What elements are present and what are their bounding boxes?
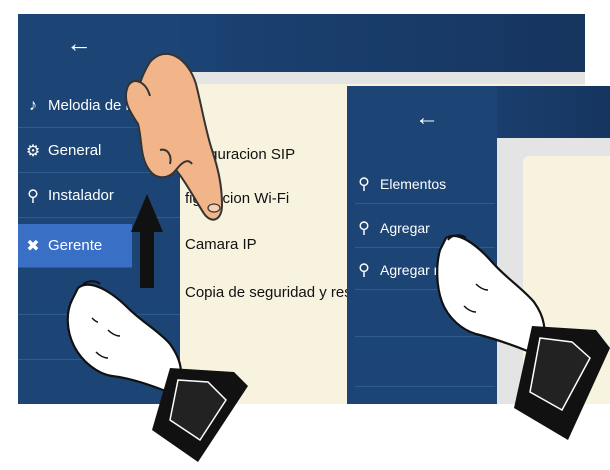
tap-hand-icon (66, 280, 248, 462)
scroll-hand-icon (124, 52, 224, 221)
gesture-hands (66, 52, 610, 462)
tap-hand-icon (436, 234, 610, 440)
